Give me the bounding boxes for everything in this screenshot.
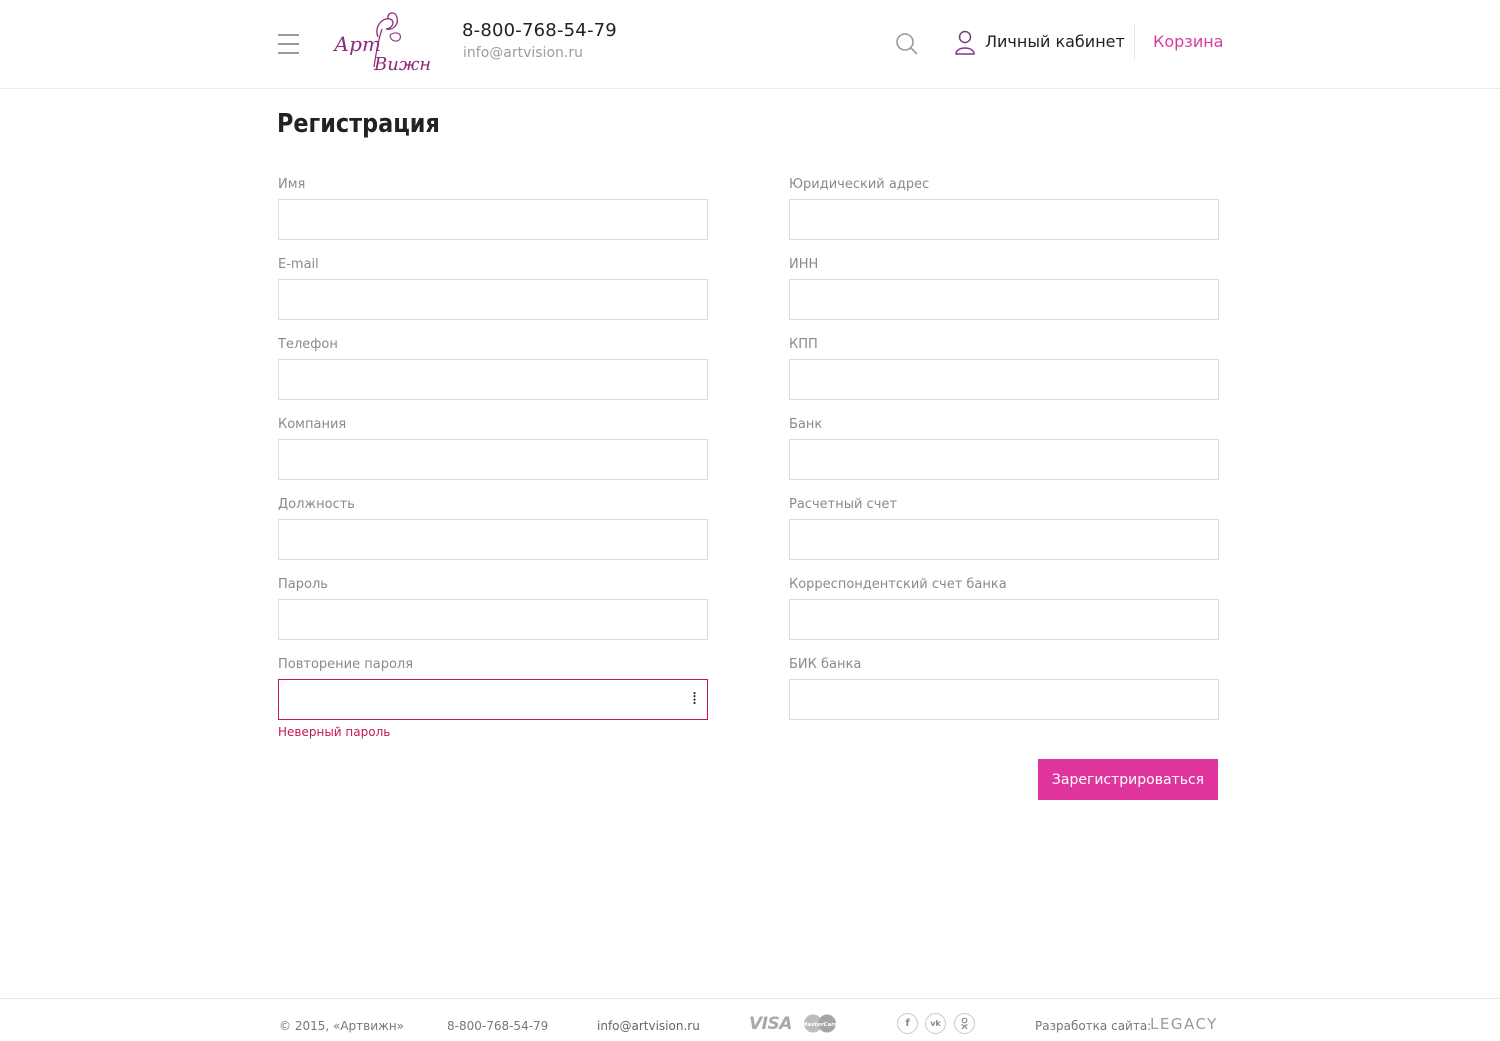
field-label: КПП bbox=[789, 337, 818, 352]
account-link[interactable]: Личный кабинет bbox=[985, 32, 1125, 51]
company-input[interactable] bbox=[278, 439, 708, 480]
field-label: Юридический адрес bbox=[789, 177, 930, 192]
field-label: Компания bbox=[278, 417, 347, 432]
svg-text:MasterCard: MasterCard bbox=[802, 1022, 838, 1028]
field-name: Имя bbox=[278, 177, 708, 240]
field-company: Компания bbox=[278, 417, 708, 480]
register-button[interactable]: Зарегистрироваться bbox=[1038, 759, 1218, 800]
field-email: E-mail bbox=[278, 257, 708, 320]
vk-icon[interactable]: vk bbox=[925, 1013, 946, 1034]
field-legal-address: Юридический адрес bbox=[789, 177, 1219, 240]
site-footer: © 2015, «Артвижн» 8-800-768-54-79 info@a… bbox=[0, 998, 1500, 1041]
legal-address-input[interactable] bbox=[789, 199, 1219, 240]
cart-link[interactable]: Корзина bbox=[1153, 32, 1223, 51]
phone-input[interactable] bbox=[278, 359, 708, 400]
field-label: ИНН bbox=[789, 257, 819, 272]
site-header: Арт Вижн 8-800-768-54-79 info@artvision.… bbox=[0, 0, 1500, 89]
field-position: Должность bbox=[278, 497, 708, 560]
correspondent-account-input[interactable] bbox=[789, 599, 1219, 640]
field-phone: Телефон bbox=[278, 337, 708, 400]
logo[interactable]: Арт Вижн bbox=[330, 9, 432, 75]
field-label: Повторение пароля bbox=[278, 657, 414, 672]
field-inn: ИНН bbox=[789, 257, 1219, 320]
bank-input[interactable] bbox=[789, 439, 1219, 480]
password-input[interactable] bbox=[278, 599, 708, 640]
facebook-icon[interactable]: f bbox=[897, 1013, 918, 1034]
field-label: Расчетный счет bbox=[789, 497, 897, 512]
field-label: Пароль bbox=[278, 577, 328, 592]
field-label: E-mail bbox=[278, 257, 319, 272]
developer-logo[interactable]: LEGACY bbox=[1150, 1015, 1218, 1033]
logo-text-vision: Вижн bbox=[373, 54, 431, 75]
field-bik: БИК банка bbox=[789, 657, 1219, 720]
field-label: Телефон bbox=[278, 337, 338, 352]
field-label: Банк bbox=[789, 417, 823, 432]
visa-icon: VISA bbox=[749, 1014, 792, 1034]
menu-icon[interactable] bbox=[278, 34, 299, 54]
error-message: Неверный пароль bbox=[278, 725, 391, 739]
kpp-input[interactable] bbox=[789, 359, 1219, 400]
email-input[interactable] bbox=[278, 279, 708, 320]
footer-copyright: © 2015, «Артвижн» bbox=[279, 1019, 405, 1033]
field-correspondent-account: Корреспондентский счет банка bbox=[789, 577, 1219, 640]
position-input[interactable] bbox=[278, 519, 708, 560]
header-email[interactable]: info@artvision.ru bbox=[463, 45, 583, 61]
field-label: Корреспондентский счет банка bbox=[789, 577, 1007, 592]
header-phone[interactable]: 8-800-768-54-79 bbox=[462, 20, 617, 41]
odnoklassniki-icon[interactable] bbox=[954, 1013, 975, 1034]
mastercard-icon: MasterCard bbox=[800, 1014, 840, 1033]
password-repeat-input[interactable] bbox=[278, 679, 708, 720]
field-settlement-account: Расчетный счет bbox=[789, 497, 1219, 560]
footer-phone[interactable]: 8-800-768-54-79 bbox=[447, 1019, 548, 1033]
developer-label: Разработка сайта: bbox=[1035, 1019, 1152, 1033]
search-icon[interactable] bbox=[895, 32, 919, 56]
field-password: Пароль bbox=[278, 577, 708, 640]
header-divider bbox=[1134, 25, 1135, 60]
page-title: Регистрация bbox=[277, 109, 440, 139]
inn-input[interactable] bbox=[789, 279, 1219, 320]
footer-email[interactable]: info@artvision.ru bbox=[597, 1019, 700, 1033]
field-kpp: КПП bbox=[789, 337, 1219, 400]
settlement-account-input[interactable] bbox=[789, 519, 1219, 560]
field-label: Должность bbox=[278, 497, 355, 512]
field-label: БИК банка bbox=[789, 657, 862, 672]
user-icon[interactable] bbox=[954, 30, 976, 55]
name-input[interactable] bbox=[278, 199, 708, 240]
field-label: Имя bbox=[278, 177, 306, 192]
field-bank: Банк bbox=[789, 417, 1219, 480]
field-password-repeat: Повторение пароля ⁞ Неверный пароль bbox=[278, 657, 708, 739]
bik-input[interactable] bbox=[789, 679, 1219, 720]
logo-text-art: Арт bbox=[332, 32, 381, 56]
